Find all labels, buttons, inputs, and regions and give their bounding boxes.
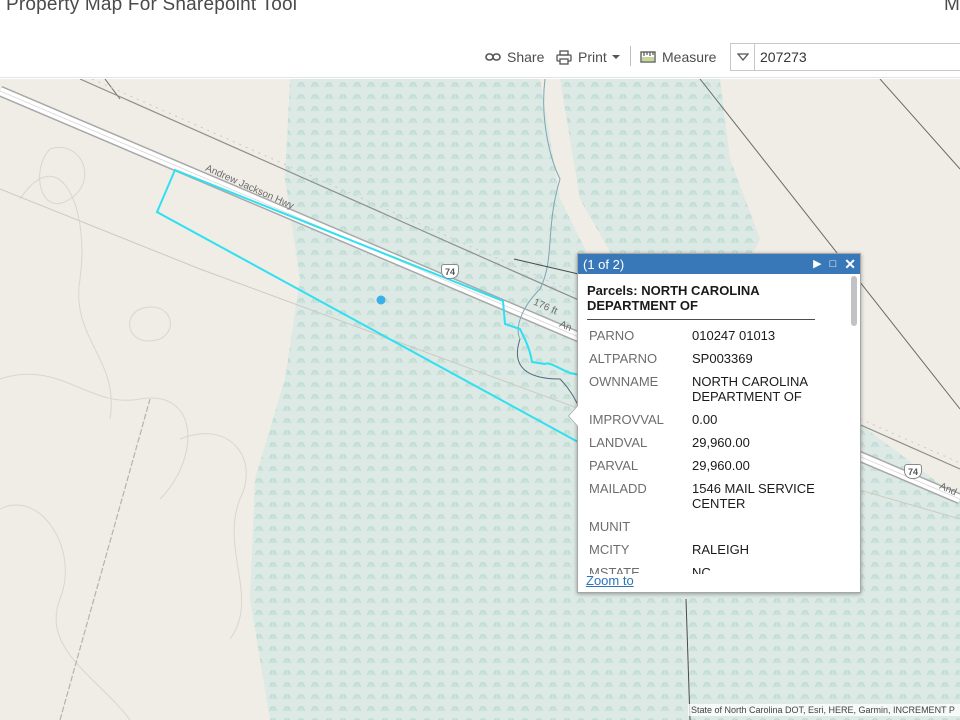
attribute-row: IMPROVVAL 0.00 (589, 412, 829, 427)
toolbar: Share Print Measure (0, 36, 960, 78)
attribute-value: RALEIGH (692, 542, 750, 557)
popup-scrollbar[interactable] (850, 276, 858, 570)
popup-header: (1 of 2) ▶ □ ✕ (578, 254, 860, 274)
attribute-value: 0.00 (692, 412, 718, 427)
search-box (730, 43, 960, 71)
attribute-key: MCITY (589, 542, 630, 557)
attribute-table: PARNO 010247 01013 ALTPARNO SP003369 OWNNA… (589, 328, 829, 574)
attribute-value: 29,960.00 (692, 458, 750, 473)
attribute-value: SP003369 (692, 351, 753, 366)
zoom-to-link[interactable]: Zoom to (586, 573, 634, 588)
close-icon[interactable]: ✕ (844, 257, 856, 271)
ruler-icon (640, 51, 656, 63)
highway-shield: 74 (904, 464, 922, 479)
popup-feature-count: (1 of 2) (583, 256, 625, 272)
popup-body[interactable]: Parcels: NORTH CAROLINA DEPARTMENT OF PA… (578, 274, 860, 574)
attribute-row: PARVAL 29,960.00 (589, 458, 829, 473)
app-title: Property Map For Sharepoint Tool (6, 0, 298, 15)
search-source-dropdown[interactable] (731, 44, 755, 70)
scrollbar-thumb[interactable] (851, 276, 857, 326)
attribute-value: NC (692, 565, 711, 574)
toolbar-divider (630, 46, 631, 66)
measure-button[interactable]: Measure (640, 46, 716, 68)
attribute-key: ALTPARNO (589, 351, 658, 366)
popup-controls: ▶ □ ✕ (813, 257, 856, 271)
attribute-row: LANDVAL 29,960.00 (589, 435, 829, 450)
attribute-value: 010247 01013 (692, 328, 776, 343)
attribute-value: NORTH CAROLINA DEPARTMENT OF (692, 374, 808, 404)
share-button[interactable]: Share (485, 46, 544, 68)
attribute-row: MCITY RALEIGH (589, 542, 829, 557)
map-attribution: State of North Carolina DOT, Esri, HERE,… (688, 704, 960, 716)
popup-title: Parcels: NORTH CAROLINA DEPARTMENT OF (587, 283, 815, 320)
measure-label: Measure (662, 49, 717, 65)
attribute-value: 29,960.00 (692, 435, 750, 450)
print-button[interactable]: Print (556, 46, 627, 68)
attribute-row: ALTPARNO SP003369 (589, 351, 829, 366)
info-popup: (1 of 2) ▶ □ ✕ Parcels: NORTH CAROLINA D… (569, 253, 861, 593)
attribute-value (692, 519, 822, 534)
chevron-down-icon (611, 55, 620, 59)
printer-icon (556, 49, 572, 65)
popup-pointer (569, 406, 578, 426)
attribute-row: OWNNAME NORTH CAROLINA DEPARTMENT OF (589, 374, 829, 404)
triangle-down-icon (736, 53, 749, 61)
attribute-key: PARVAL (589, 458, 639, 473)
attribute-row: PARNO 010247 01013 (589, 328, 829, 343)
share-label: Share (507, 49, 545, 65)
attribute-row: MUNIT (589, 519, 829, 534)
app-header: Property Map For Sharepoint Tool M (0, 0, 960, 36)
next-feature-icon[interactable]: ▶ (813, 257, 821, 271)
maximize-icon[interactable]: □ (830, 257, 837, 271)
print-label: Print (578, 49, 607, 65)
attribute-value: 1546 MAIL SERVICE CENTER (692, 481, 815, 511)
attribute-key: MUNIT (589, 519, 631, 534)
search-input[interactable] (755, 45, 955, 69)
attribute-key: PARNO (589, 328, 635, 343)
attribute-key: OWNNAME (589, 374, 659, 389)
highway-shield: 74 (441, 264, 459, 279)
attribute-row: MAILADD 1546 MAIL SERVICE CENTER (589, 481, 829, 511)
link-icon (485, 53, 501, 61)
header-user-menu[interactable]: M (944, 0, 960, 16)
attribute-key: LANDVAL (589, 435, 648, 450)
attribute-key: IMPROVVAL (589, 412, 664, 427)
attribute-key: MAILADD (589, 481, 647, 496)
